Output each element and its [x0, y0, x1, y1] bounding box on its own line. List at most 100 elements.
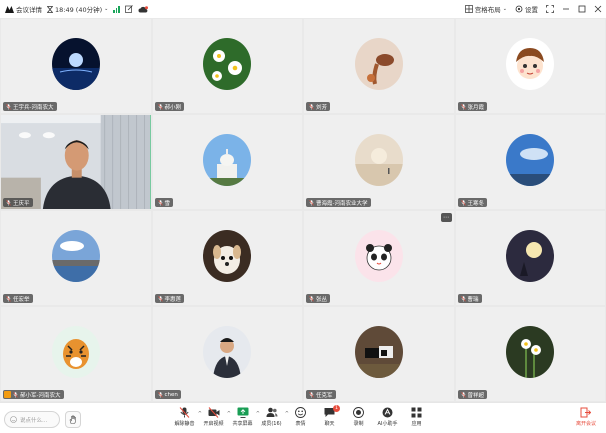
participant-tile[interactable]: 任克军: [304, 307, 454, 401]
participant-tile[interactable]: chen: [152, 307, 302, 401]
close-icon[interactable]: [594, 5, 602, 13]
toolbar-button-label: 开启视频: [203, 421, 224, 427]
toolbar-actions: ^ 解除静音 ^ 开启视频 ^ 共享屏幕 ^ 成员(16) 表情 1 聊天 录制 AI小助手 应用: [170, 405, 431, 427]
toolbar-button-label: AI小助手: [377, 421, 398, 427]
signal-strength-icon: [113, 5, 120, 13]
emoji-icon: [295, 407, 306, 418]
participant-tile[interactable]: 刘芳: [304, 19, 454, 113]
participant-name: 张月霞: [467, 104, 485, 111]
cloud-sync-icon[interactable]: [138, 5, 148, 13]
maximize-icon[interactable]: [578, 5, 586, 13]
participant-nametag: 张丛: [306, 294, 331, 303]
mic-muted-icon: [6, 295, 11, 302]
mic-muted-icon: [179, 407, 190, 418]
participant-tile[interactable]: 王寒冬: [455, 115, 605, 209]
participant-tile[interactable]: 王宇兵-河南农大: [1, 19, 151, 113]
apps-icon: [411, 407, 422, 418]
toolbar-button-label: 成员(16): [261, 421, 282, 427]
settings-button[interactable]: 设置: [515, 4, 538, 14]
participant-tile[interactable]: 任宏举: [1, 211, 151, 305]
chevron-down-icon: ⌄: [104, 6, 109, 12]
mic-muted-icon: [157, 103, 163, 110]
meeting-time-label: 18:49 (40分钟): [55, 6, 103, 14]
toolbar-mic-muted-button[interactable]: ^ 解除静音: [170, 407, 202, 427]
toolbar-chat-button[interactable]: 1 聊天: [315, 405, 344, 427]
tile-more-button[interactable]: ⋯: [440, 213, 452, 222]
participant-name: 郝小刚: [164, 104, 182, 111]
layout-label: 宫格布局: [474, 6, 501, 14]
title-bar: 会议详情 18:49 (40分钟) ⌄ 宫格布局 ⌄ 设置: [0, 0, 606, 18]
chat-placeholder: 说点什么...: [20, 417, 48, 424]
participant-nametag: 王庆平: [3, 198, 33, 207]
participant-avatar: [354, 38, 403, 91]
participant-avatar: [506, 134, 555, 187]
share-screen-icon: [237, 407, 249, 418]
participant-tile[interactable]: 雪: [152, 115, 302, 209]
video-grid: 王宇兵-河南农大 郝小刚 刘芳 张月霞王庆平 雪 曹海霞-河南农业大学 王寒冬任宏举 李惠莲 张…: [0, 18, 606, 402]
participant-tile[interactable]: 李惠莲: [152, 211, 302, 305]
participant-avatar: [203, 230, 252, 283]
grid-layout-icon: [464, 5, 473, 13]
smiley-icon: [10, 416, 17, 423]
participant-avatar: [354, 326, 403, 379]
participant-nametag: 张月霞: [457, 102, 488, 111]
layout-button[interactable]: 宫格布局 ⌄: [464, 4, 507, 14]
mic-muted-icon: [309, 103, 314, 110]
mic-muted-icon: [157, 295, 163, 302]
participant-avatar: [354, 230, 403, 283]
raise-hand-button[interactable]: [65, 411, 81, 428]
participant-name: 李惠莲: [164, 296, 182, 303]
participant-tile[interactable]: 曹海霞-河南农业大学: [304, 115, 454, 209]
participant-tile[interactable]: 曹瑞: [455, 211, 605, 305]
mic-muted-icon: [309, 295, 314, 302]
meeting-info-button[interactable]: 会议详情: [5, 4, 42, 14]
participant-nametag: 王宇兵-河南农大: [3, 102, 57, 111]
toolbar-button-label: 应用: [411, 421, 422, 427]
participant-tile[interactable]: 张丛 ⋯: [304, 211, 454, 305]
participant-tile[interactable]: 郝小军-河南农大: [1, 307, 151, 401]
participant-name: 郝小军-河南农大: [20, 392, 61, 399]
participant-name: 雪: [164, 200, 171, 207]
toolbar-emoji-button[interactable]: 表情: [286, 407, 315, 427]
hourglass-icon: [47, 5, 53, 13]
toolbar-record-button[interactable]: 录制: [344, 407, 373, 427]
mic-muted-icon: [6, 199, 11, 206]
participant-tile[interactable]: 曾祥超: [455, 307, 605, 401]
minimize-icon[interactable]: [562, 5, 570, 13]
participant-avatar: [354, 134, 403, 187]
meeting-timer[interactable]: 18:49 (40分钟) ⌄: [47, 4, 108, 14]
participant-tile[interactable]: 郝小刚: [152, 19, 302, 113]
fullscreen-icon[interactable]: [546, 5, 554, 13]
participant-name: 曹海霞-河南农业大学: [316, 200, 368, 207]
meeting-toolbar: 说点什么... ^ 解除静音 ^ 开启视频 ^ 共享屏幕 ^ 成员(16) 表情 1 聊天 录制 AI小…: [0, 402, 606, 433]
participant-name: 张丛: [316, 296, 328, 303]
toolbar-ai-assistant-button[interactable]: AI小助手: [373, 407, 402, 427]
participant-nametag: 曾祥超: [457, 390, 488, 399]
participant-tile[interactable]: 王庆平: [1, 115, 151, 209]
leave-meeting-label: 离开会议: [575, 421, 596, 427]
participant-video: [1, 115, 151, 209]
chevron-down-icon: ⌄: [502, 6, 507, 12]
unread-badge: 1: [333, 405, 340, 412]
edit-icon[interactable]: [125, 5, 133, 13]
participant-avatar: [51, 230, 100, 283]
participant-name: 刘芳: [316, 104, 328, 111]
participant-avatar: [203, 134, 252, 187]
chat-input[interactable]: 说点什么...: [4, 411, 60, 428]
exit-icon: [580, 407, 592, 418]
participant-nametag: 郝小军-河南农大: [3, 390, 64, 399]
toolbar-button-label: 解除静音: [174, 421, 195, 427]
leave-meeting-button[interactable]: 离开会议: [576, 407, 596, 427]
toolbar-camera-off-button[interactable]: ^ 开启视频: [199, 407, 231, 427]
toolbar-apps-button[interactable]: 应用: [402, 407, 431, 427]
participant-nametag: 曹瑞: [457, 294, 482, 303]
participant-nametag: 任宏举: [3, 294, 33, 303]
toolbar-members-button[interactable]: ^ 成员(16): [257, 407, 289, 427]
toolbar-share-screen-button[interactable]: ^ 共享屏幕: [228, 407, 260, 427]
mic-muted-icon: [157, 391, 163, 398]
participant-name: 王寒冬: [467, 200, 485, 207]
toolbar-button-label: 共享屏幕: [232, 421, 253, 427]
participant-name: 曾祥超: [467, 392, 485, 399]
participant-tile[interactable]: 张月霞: [455, 19, 605, 113]
toolbar-button-label: 表情: [295, 421, 306, 427]
